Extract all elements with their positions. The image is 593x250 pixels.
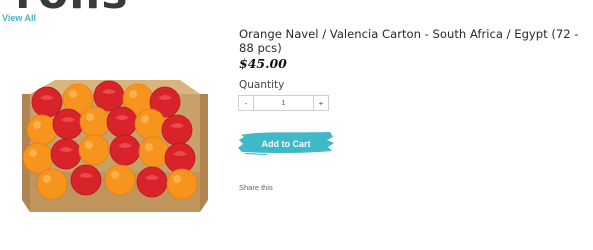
orange <box>26 114 58 146</box>
orange <box>166 168 198 200</box>
wrapped-orange <box>161 114 193 146</box>
wrapped-orange <box>31 86 63 118</box>
product-price: $45.00 <box>239 56 287 71</box>
quantity-decrease-button[interactable]: - <box>239 96 254 110</box>
quantity-label: Quantity <box>239 79 285 91</box>
quantity-increase-button[interactable]: + <box>313 96 328 110</box>
add-to-cart-label: Add to Cart <box>261 139 311 149</box>
share-label[interactable]: Share this <box>239 183 273 192</box>
wrapped-orange <box>50 138 82 170</box>
view-all-link[interactable]: View All <box>2 13 36 23</box>
wrapped-orange <box>52 108 84 140</box>
wrapped-orange <box>164 142 196 174</box>
orange <box>138 136 170 168</box>
orange <box>134 108 166 140</box>
quantity-input[interactable] <box>254 96 313 110</box>
orange <box>22 142 54 174</box>
orange <box>79 106 111 138</box>
wrapped-orange <box>109 134 141 166</box>
product-title: Orange Navel / Valencia Carton - South A… <box>239 27 579 55</box>
wrapped-orange <box>70 164 102 196</box>
orange <box>78 134 110 166</box>
orange <box>104 164 136 196</box>
wrapped-orange <box>106 106 138 138</box>
orange <box>36 168 68 200</box>
wrapped-orange <box>136 166 168 198</box>
product-image[interactable] <box>10 72 220 222</box>
add-to-cart-button[interactable]: Add to Cart <box>238 129 334 156</box>
wrapped-orange <box>93 80 125 112</box>
quantity-stepper: - + <box>238 95 329 111</box>
